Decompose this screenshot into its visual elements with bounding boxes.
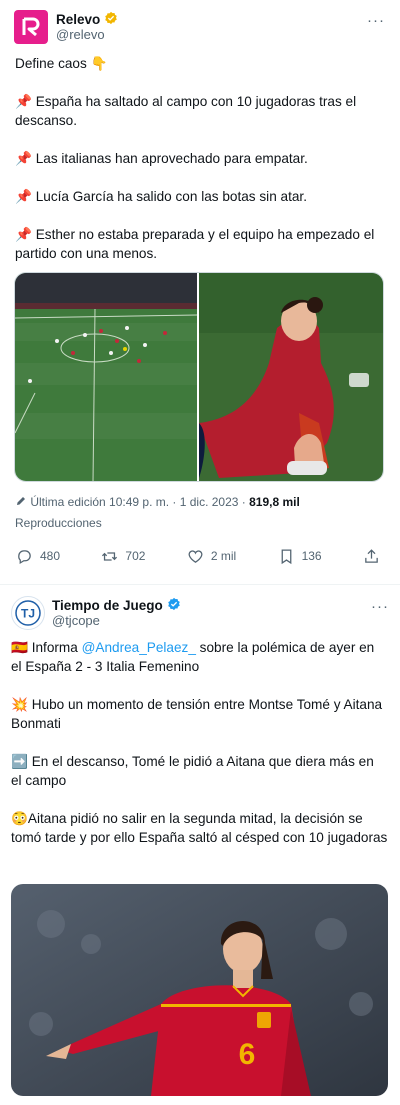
like-button[interactable]: 2 mil: [187, 548, 236, 565]
tweet-relevo[interactable]: Relevo @relevo ··· Define caos 👇 📌 Españ…: [0, 0, 400, 585]
player-boots-photo[interactable]: [199, 273, 383, 481]
tweet-paragraph: 📌 Esther no estaba preparada y el equipo…: [15, 227, 375, 261]
tweet-paragraph: ➡️ En el descanso, Tomé le pidió a Aitan…: [11, 754, 374, 788]
aitana-photo[interactable]: 6: [11, 884, 388, 1096]
jersey-number: 6: [239, 1038, 256, 1071]
reply-icon: [18, 549, 31, 564]
verified-badge-icon: [104, 11, 118, 28]
tweet-text: 🇪🇸 Informa @Andrea_Pelaez_ sobre la polé…: [11, 638, 388, 866]
text-fragment: 🇪🇸 Informa: [11, 640, 82, 655]
author-handle[interactable]: @relevo: [56, 27, 105, 42]
tweet-paragraph: 💥 Hubo un momento de tensión entre Monts…: [11, 697, 383, 731]
tweet-text: Define caos 👇 📌 España ha saltado al cam…: [15, 54, 386, 282]
views-label: Reproducciones: [15, 516, 102, 530]
tweet-paragraph: 📌 Las italianas han aprovechado para emp…: [15, 151, 308, 166]
tjcope-avatar[interactable]: TJ: [11, 596, 45, 630]
more-icon[interactable]: ···: [366, 12, 386, 29]
edit-pencil-icon: [15, 495, 30, 509]
tweet-paragraph: Define caos 👇: [15, 56, 108, 71]
reply-button[interactable]: 480: [16, 548, 60, 565]
tweet-paragraph: 📌 España ha saltado al campo con 10 juga…: [15, 94, 357, 128]
bookmark-button[interactable]: 136: [278, 548, 322, 565]
tweet-media[interactable]: [14, 272, 384, 482]
like-count: 2 mil: [210, 549, 237, 563]
share-icon: [365, 548, 378, 563]
tweet-paragraph: 📌 Lucía García ha salido con las botas s…: [15, 189, 307, 204]
bookmark-icon: [281, 548, 291, 564]
svg-text:TJ: TJ: [21, 607, 35, 621]
author-name[interactable]: Relevo: [56, 12, 100, 27]
retweet-count: 702: [125, 549, 146, 563]
relevo-logo-icon[interactable]: [14, 10, 48, 44]
author-handle[interactable]: @tjcope: [52, 613, 100, 628]
retweet-button[interactable]: 702: [101, 548, 145, 565]
verified-badge-icon: [167, 597, 181, 614]
more-icon[interactable]: ···: [370, 598, 390, 615]
tweet-divider: [0, 584, 400, 585]
mention-link[interactable]: @Andrea_Pelaez_: [82, 640, 196, 655]
tweet-paragraph: 😳Aitana pidió no salir en la segunda mit…: [11, 811, 388, 845]
retweet-icon: [102, 551, 118, 561]
author-name[interactable]: Tiempo de Juego: [52, 598, 163, 613]
bookmark-count: 136: [301, 549, 322, 563]
reply-count: 480: [40, 549, 61, 563]
tweet-paragraph: 🇪🇸 Informa @Andrea_Pelaez_ sobre la polé…: [11, 638, 388, 676]
pitch-photo[interactable]: [15, 273, 199, 481]
tweet-meta: Última edición 10:49 p. m. · 1 dic. 2023…: [15, 492, 375, 534]
share-button[interactable]: [363, 548, 380, 565]
view-count: 819,8 mil: [249, 495, 300, 509]
edited-timestamp[interactable]: Última edición 10:49 p. m. · 1 dic. 2023…: [30, 495, 245, 509]
like-icon: [188, 549, 203, 563]
tweet-actions: 480 702 2 mil 136: [16, 544, 380, 568]
